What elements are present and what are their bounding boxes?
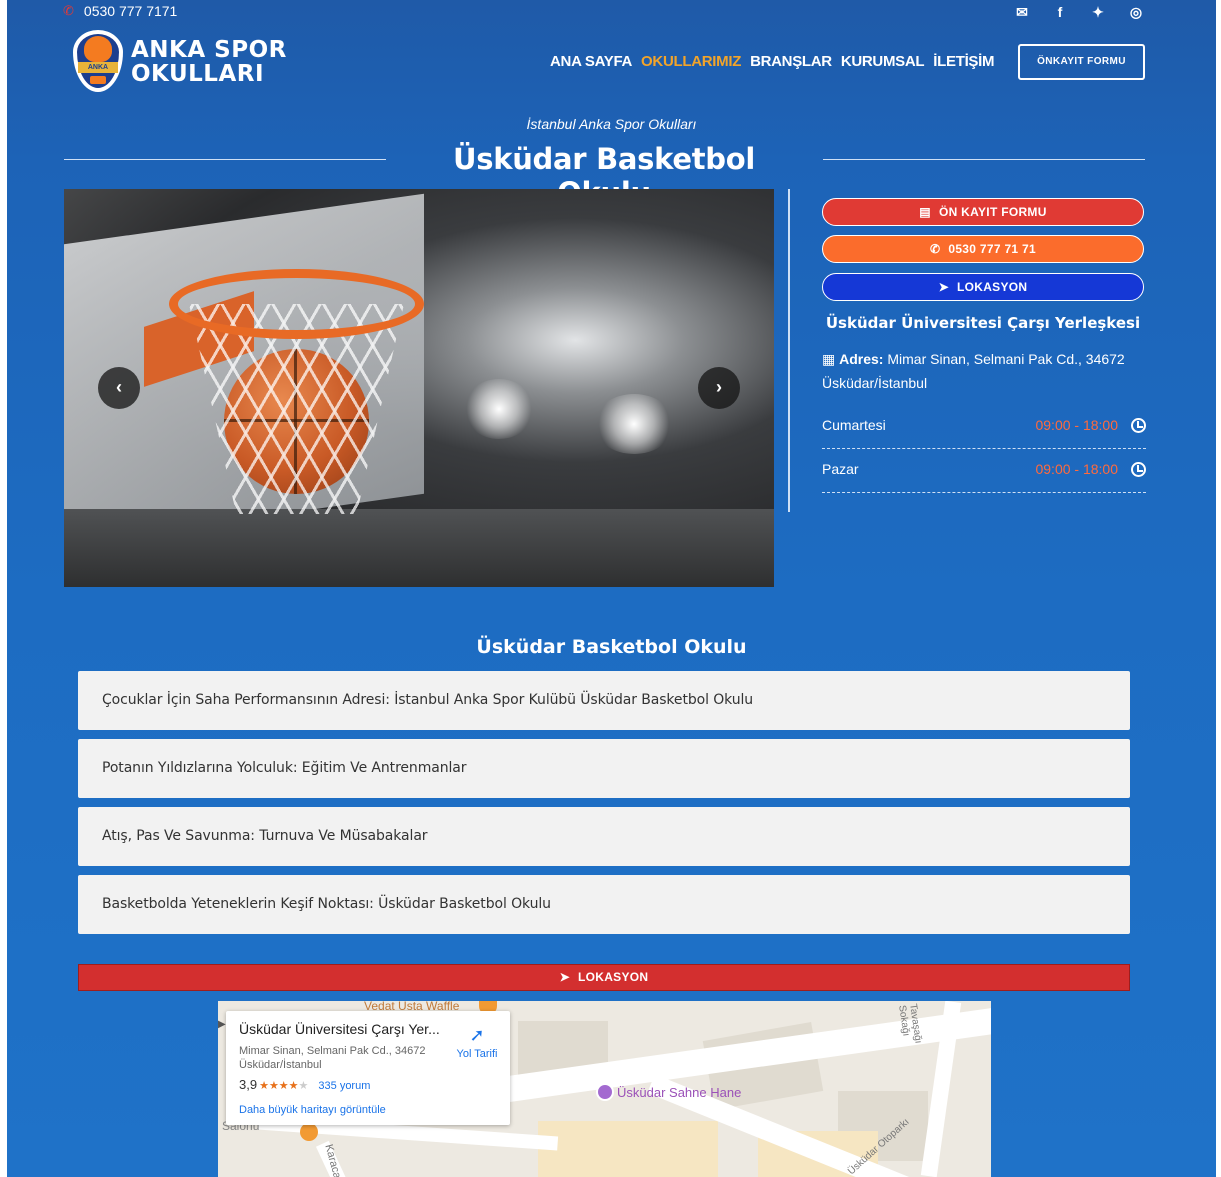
phone-icon: ✆: [63, 3, 74, 18]
facebook-icon[interactable]: f: [1052, 4, 1068, 21]
restaurant-icon: [300, 1123, 318, 1141]
envelope-icon[interactable]: ✉: [1014, 4, 1030, 21]
social-links: ✉ f ✦ ◎: [1014, 4, 1144, 21]
map-card-name: Üsküdar Üniversitesi Çarşı Yer...: [239, 1021, 440, 1037]
nav-item-ana-sayfa[interactable]: ANA SAYFA: [550, 53, 632, 70]
logo-badge-text: ANKA SPOR: [78, 62, 118, 82]
location-button[interactable]: ➤ LOKASYON: [822, 273, 1144, 301]
title-row: Üsküdar Basketbol Okulu: [64, 140, 1145, 210]
nav-item-okullarimiz[interactable]: OKULLARIMIZ: [641, 53, 741, 70]
hours-day: Pazar: [822, 461, 859, 477]
location-button-label: LOKASYON: [956, 280, 1028, 294]
location-arrow-icon: ➤: [559, 970, 570, 984]
top-bar: ✆ 0530 777 7171 ✉ f ✦ ◎: [7, 0, 1216, 24]
accordion-item[interactable]: Çocuklar İçin Saha Performansının Adresi…: [78, 671, 1130, 730]
main-nav: ANA SAYFA OKULLARIMIZ BRANŞLAR KURUMSAL …: [550, 53, 995, 70]
map-card-rating: 3,9 ★★★★★ 335 yorum: [239, 1077, 370, 1092]
map-street-label: Tavaşağı Sokağı: [896, 1003, 924, 1045]
map-card-address: Mimar Sinan, Selmani Pak Cd., 34672 Üskü…: [239, 1045, 426, 1071]
nav-item-kurumsal[interactable]: KURUMSAL: [841, 53, 925, 70]
image-slider[interactable]: ‹ ›: [64, 189, 774, 587]
instagram-icon[interactable]: ◎: [1128, 4, 1144, 21]
hours-time: 09:00 - 18:00: [1035, 461, 1118, 477]
hours-day: Cumartesi: [822, 417, 886, 433]
bigger-map-link[interactable]: Daha büyük haritayı görüntüle: [239, 1104, 386, 1116]
page: ✆ 0530 777 7171 ✉ f ✦ ◎ ANKA SPOR ANKA S…: [7, 0, 1216, 1177]
accordion-item[interactable]: Potanın Yıldızlarına Yolculuk: Eğitim Ve…: [78, 739, 1130, 798]
location-arrow-icon: ➤: [938, 280, 949, 294]
title-divider-right: [823, 159, 1145, 160]
embedded-map[interactable]: Vedat Usta Waffle Salonu Karaca Tavaşağı…: [218, 1001, 991, 1177]
logo-line-2: OKULLARI: [131, 61, 265, 87]
directions-icon: ➚: [469, 1025, 485, 1045]
slider-prev-button[interactable]: ‹: [98, 367, 140, 409]
location-bar-label: LOKASYON: [577, 970, 649, 984]
logo-line-1: ANKA SPOR: [131, 37, 287, 63]
slider-next-button[interactable]: ›: [698, 367, 740, 409]
poi-marker-icon: [596, 1083, 614, 1101]
site-logo[interactable]: ANKA SPOR ANKA SPOR OKULLARI: [73, 30, 287, 94]
address: ▦ Adres: Mimar Sinan, Selmani Pak Cd., 3…: [822, 347, 1152, 395]
call-phone-label: 0530 777 71 71: [948, 242, 1036, 256]
nav-item-branslar[interactable]: BRANŞLAR: [750, 53, 832, 70]
hours-time: 09:00 - 18:00: [1035, 417, 1118, 433]
call-phone-button[interactable]: ✆ 0530 777 71 71: [822, 235, 1144, 263]
phone-icon: ✆: [930, 242, 941, 256]
page-subtitle: İstanbul Anka Spor Okulları: [526, 116, 697, 132]
directions-button[interactable]: ➚ Yol Tarifi: [450, 1025, 504, 1060]
rating-value: 3,9: [239, 1077, 258, 1092]
hours-row: Cumartesi 09:00 - 18:00: [822, 417, 1146, 449]
map-info-card: Üsküdar Üniversitesi Çarşı Yer... Mimar …: [226, 1011, 510, 1125]
hoop-image: [169, 269, 424, 339]
map-poi-label: Üsküdar Sahne Hane: [617, 1084, 742, 1100]
directions-label: Yol Tarifi: [456, 1048, 498, 1060]
accordion-item[interactable]: Atış, Pas Ve Savunma: Turnuva Ve Müsabak…: [78, 807, 1130, 866]
expand-icon[interactable]: ▶: [218, 1019, 226, 1031]
title-divider-left: [64, 159, 386, 160]
clock-icon: [1131, 418, 1146, 433]
address-label: Adres:: [839, 351, 884, 367]
map-poi[interactable]: Üsküdar Sahne Hane: [596, 1083, 741, 1101]
reviews-link[interactable]: 335 yorum: [318, 1080, 370, 1092]
accordion-item[interactable]: Basketbolda Yeteneklerin Keşif Noktası: …: [78, 875, 1130, 934]
form-icon: ▤: [919, 205, 931, 219]
vertical-divider: [788, 189, 790, 512]
on-kayit-formu-button[interactable]: ▤ ÖN KAYIT FORMU: [822, 198, 1144, 226]
hours-row: Pazar 09:00 - 18:00: [822, 461, 1146, 493]
rating-stars-icon: ★★★★★: [259, 1080, 309, 1092]
logo-text: ANKA SPOR OKULLARI: [131, 38, 287, 86]
phoenix-icon: [84, 36, 112, 62]
on-kayit-formu-label: ÖN KAYIT FORMU: [938, 205, 1047, 219]
top-phone[interactable]: ✆ 0530 777 7171: [63, 3, 177, 19]
map-street-label: Karaca: [322, 1143, 344, 1177]
section-title: Üsküdar Basketbol Okulu: [476, 636, 747, 658]
location-bar[interactable]: ➤ LOKASYON: [78, 964, 1130, 991]
logo-badge: ANKA SPOR: [73, 30, 123, 94]
twitter-icon[interactable]: ✦: [1090, 4, 1106, 21]
nav-item-iletisim[interactable]: İLETİŞİM: [933, 53, 994, 70]
onkayit-form-button[interactable]: ÖNKAYIT FORMU: [1018, 44, 1145, 80]
place-name: Üsküdar Üniversitesi Çarşı Yerleşkesi: [825, 314, 1141, 332]
top-phone-number: 0530 777 7171: [83, 3, 178, 19]
clock-icon: [1131, 462, 1146, 477]
map-icon: ▦: [822, 351, 836, 367]
